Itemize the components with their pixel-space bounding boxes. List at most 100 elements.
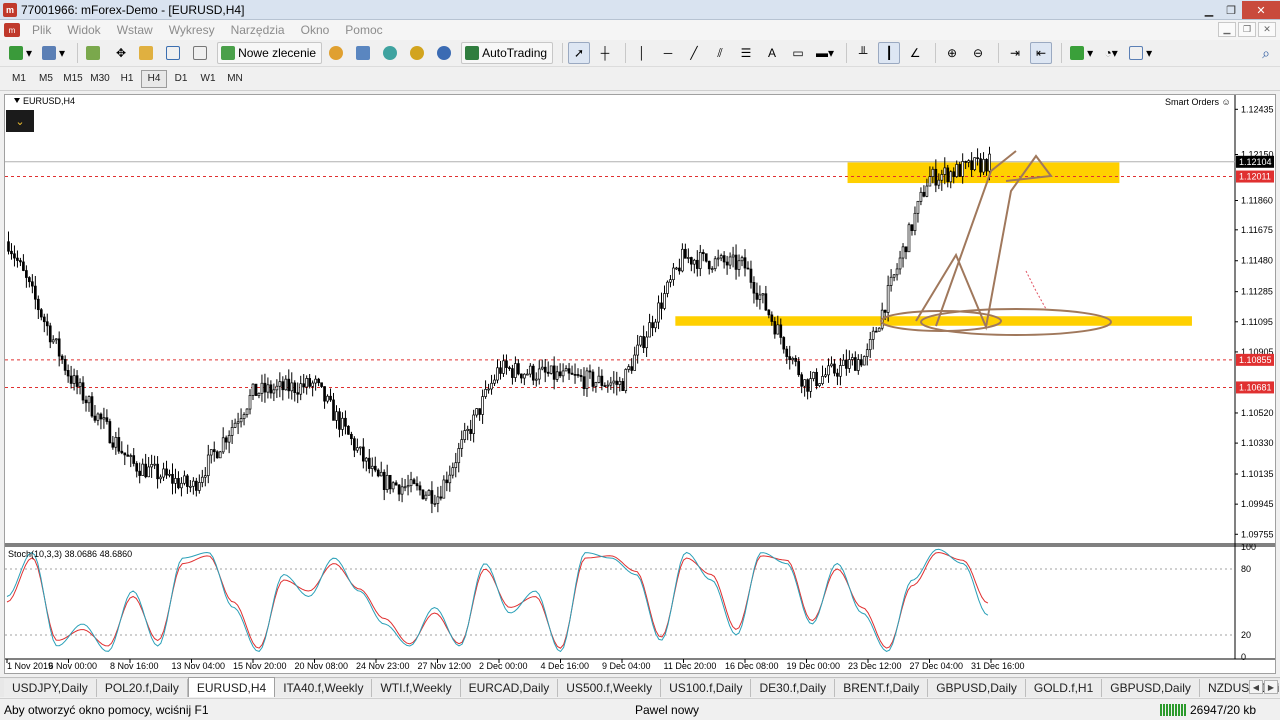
bar-chart-icon[interactable]: ╨ — [852, 42, 874, 64]
timeframe-w1[interactable]: W1 — [195, 70, 221, 88]
candle-body — [856, 359, 860, 371]
menu-help[interactable]: Pomoc — [337, 23, 390, 37]
timeframe-m30[interactable]: M30 — [87, 70, 113, 88]
navigator-crosshair-icon[interactable]: ✥ — [110, 42, 132, 64]
new-chart-icon[interactable]: ▾ — [6, 42, 35, 64]
timeframe-h4[interactable]: H4 — [141, 69, 167, 88]
vps-icon[interactable] — [407, 42, 430, 64]
menu-view[interactable]: Widok — [59, 23, 108, 37]
menu-tools[interactable]: Narzędzia — [223, 23, 293, 37]
signals-icon[interactable] — [353, 42, 376, 64]
metaquotes-icon[interactable] — [326, 42, 349, 64]
tab-eurusd-h4[interactable]: EURUSD,H4 — [187, 677, 276, 697]
chart-document-icon[interactable]: m — [4, 23, 20, 37]
horizontal-line-icon[interactable]: ─ — [657, 42, 679, 64]
periods-icon[interactable]: ◔▾ — [1100, 42, 1122, 64]
timeframe-m1[interactable]: M1 — [6, 70, 32, 88]
text-tool-icon[interactable]: A — [761, 42, 783, 64]
timeframe-m5[interactable]: M5 — [33, 70, 59, 88]
line-chart-icon[interactable]: ∠ — [904, 42, 926, 64]
candle-body — [722, 255, 726, 263]
arrows-tool-icon[interactable]: ▬▾ — [813, 42, 837, 64]
tab-brent-daily[interactable]: BRENT.f,Daily — [835, 679, 929, 697]
templates-icon[interactable]: ▾ — [1126, 42, 1155, 64]
time-axis-label: 27 Dec 04:00 — [910, 661, 964, 671]
autotrading-button[interactable]: AutoTrading — [461, 42, 554, 64]
candle-body — [672, 267, 675, 281]
vertical-line-icon[interactable]: │ — [631, 42, 653, 64]
smart-orders-label[interactable]: Smart Orders ☺ — [1165, 97, 1231, 107]
time-axis-label: 15 Nov 20:00 — [233, 661, 287, 671]
chart-close-icon[interactable]: ✕ — [1258, 22, 1276, 37]
tab-pol20-daily[interactable]: POL20.f,Daily — [96, 679, 188, 697]
tab-ita40-weekly[interactable]: ITA40.f,Weekly — [275, 679, 373, 697]
chart-restore-icon[interactable]: ❐ — [1238, 22, 1256, 37]
trendline-icon[interactable]: ╱ — [683, 42, 705, 64]
menu-insert[interactable]: Wstaw — [109, 23, 161, 37]
tab-eurcad-daily[interactable]: EURCAD,Daily — [460, 679, 559, 697]
minimize-icon[interactable]: ▁ — [1198, 1, 1220, 19]
tab-scroll-left-icon[interactable]: ◀ — [1249, 680, 1263, 694]
tab-scroll-right-icon[interactable]: ▶ — [1264, 680, 1278, 694]
terminal-window: m 77001966: mForex-Demo - [EURUSD,H4] ▁ … — [0, 0, 1280, 720]
tab-wti-weekly[interactable]: WTI.f,Weekly — [372, 679, 461, 697]
candle-body — [171, 473, 174, 484]
auto-scroll-icon[interactable]: ⇥ — [1004, 42, 1026, 64]
tab-us100-daily[interactable]: US100.f,Daily — [661, 679, 752, 697]
candle-body — [743, 257, 747, 269]
tab-de30-daily[interactable]: DE30.f,Daily — [751, 679, 836, 697]
chart-window[interactable]: 1.12435 1.12150 1.11860 1.11675 1.11480 1.112… — [4, 94, 1276, 674]
candle-body — [734, 254, 738, 270]
market-icon[interactable] — [380, 42, 403, 64]
crosshair-icon[interactable]: ┼ — [594, 42, 616, 64]
cursor-icon[interactable]: ➚ — [568, 42, 591, 64]
navigator-icon[interactable] — [136, 42, 159, 64]
tab-gbpusd-daily[interactable]: GBPUSD,Daily — [928, 679, 1026, 697]
candle-body — [472, 414, 475, 434]
chart-minimize-icon[interactable]: ▁ — [1218, 22, 1236, 37]
candle-body — [394, 482, 398, 486]
timeframe-mn[interactable]: MN — [222, 70, 248, 88]
close-icon[interactable]: ✕ — [1242, 1, 1280, 19]
menu-charts[interactable]: Wykresy — [161, 23, 223, 37]
candle-body — [782, 337, 786, 350]
tab-gold-h1[interactable]: GOLD.f,H1 — [1025, 679, 1103, 697]
metaeditor-icon[interactable] — [434, 42, 457, 64]
timeframe-m15[interactable]: M15 — [60, 70, 86, 88]
chart-shift-icon[interactable]: ⇤ — [1030, 42, 1053, 64]
equidistant-channel-icon[interactable]: ⫽ — [709, 42, 731, 64]
market-watch-icon[interactable] — [83, 42, 106, 64]
search-icon[interactable]: ⌕ — [1262, 45, 1270, 62]
stochastic-axis-label: 20 — [1241, 630, 1251, 640]
candle-body — [159, 476, 162, 480]
chart-canvas[interactable]: 1.124351.121501.118601.116751.114801.112… — [5, 95, 1275, 673]
candle-body — [842, 359, 845, 366]
tab-usdjpy-daily[interactable]: USDJPY,Daily — [4, 679, 97, 697]
candlestick-chart-icon[interactable]: ┃ — [878, 42, 901, 64]
candle-body — [687, 257, 690, 259]
fibonacci-icon[interactable]: ☰ — [735, 42, 757, 64]
new-order-button[interactable]: Nowe zlecenie — [217, 42, 323, 64]
profiles-icon[interactable]: ▾ — [39, 42, 68, 64]
candle-body — [206, 454, 210, 476]
candle-body — [785, 348, 789, 357]
strategy-tester-icon[interactable] — [190, 42, 213, 64]
restore-icon[interactable]: ❐ — [1220, 1, 1242, 19]
indicators-icon[interactable]: ▾ — [1067, 42, 1096, 64]
timeframe-h1[interactable]: H1 — [114, 70, 140, 88]
tab-us500-weekly[interactable]: US500.f,Weekly — [558, 679, 662, 697]
one-click-trading-button[interactable]: ⌄ — [6, 110, 34, 132]
candle-body — [66, 370, 70, 377]
candle-body — [209, 449, 213, 456]
candle-body — [421, 489, 425, 500]
zoom-in-icon[interactable]: ⊕ — [941, 42, 963, 64]
menu-file[interactable]: Plik — [24, 23, 59, 37]
terminal-icon[interactable] — [163, 42, 186, 64]
text-label-icon[interactable]: ▭ — [787, 42, 809, 64]
autotrading-label: AutoTrading — [482, 46, 548, 60]
timeframe-d1[interactable]: D1 — [168, 70, 194, 88]
candle-body — [257, 392, 261, 396]
zoom-out-icon[interactable]: ⊖ — [967, 42, 989, 64]
tab-gbpusd-daily-2[interactable]: GBPUSD,Daily — [1102, 679, 1200, 697]
menu-window[interactable]: Okno — [293, 23, 338, 37]
